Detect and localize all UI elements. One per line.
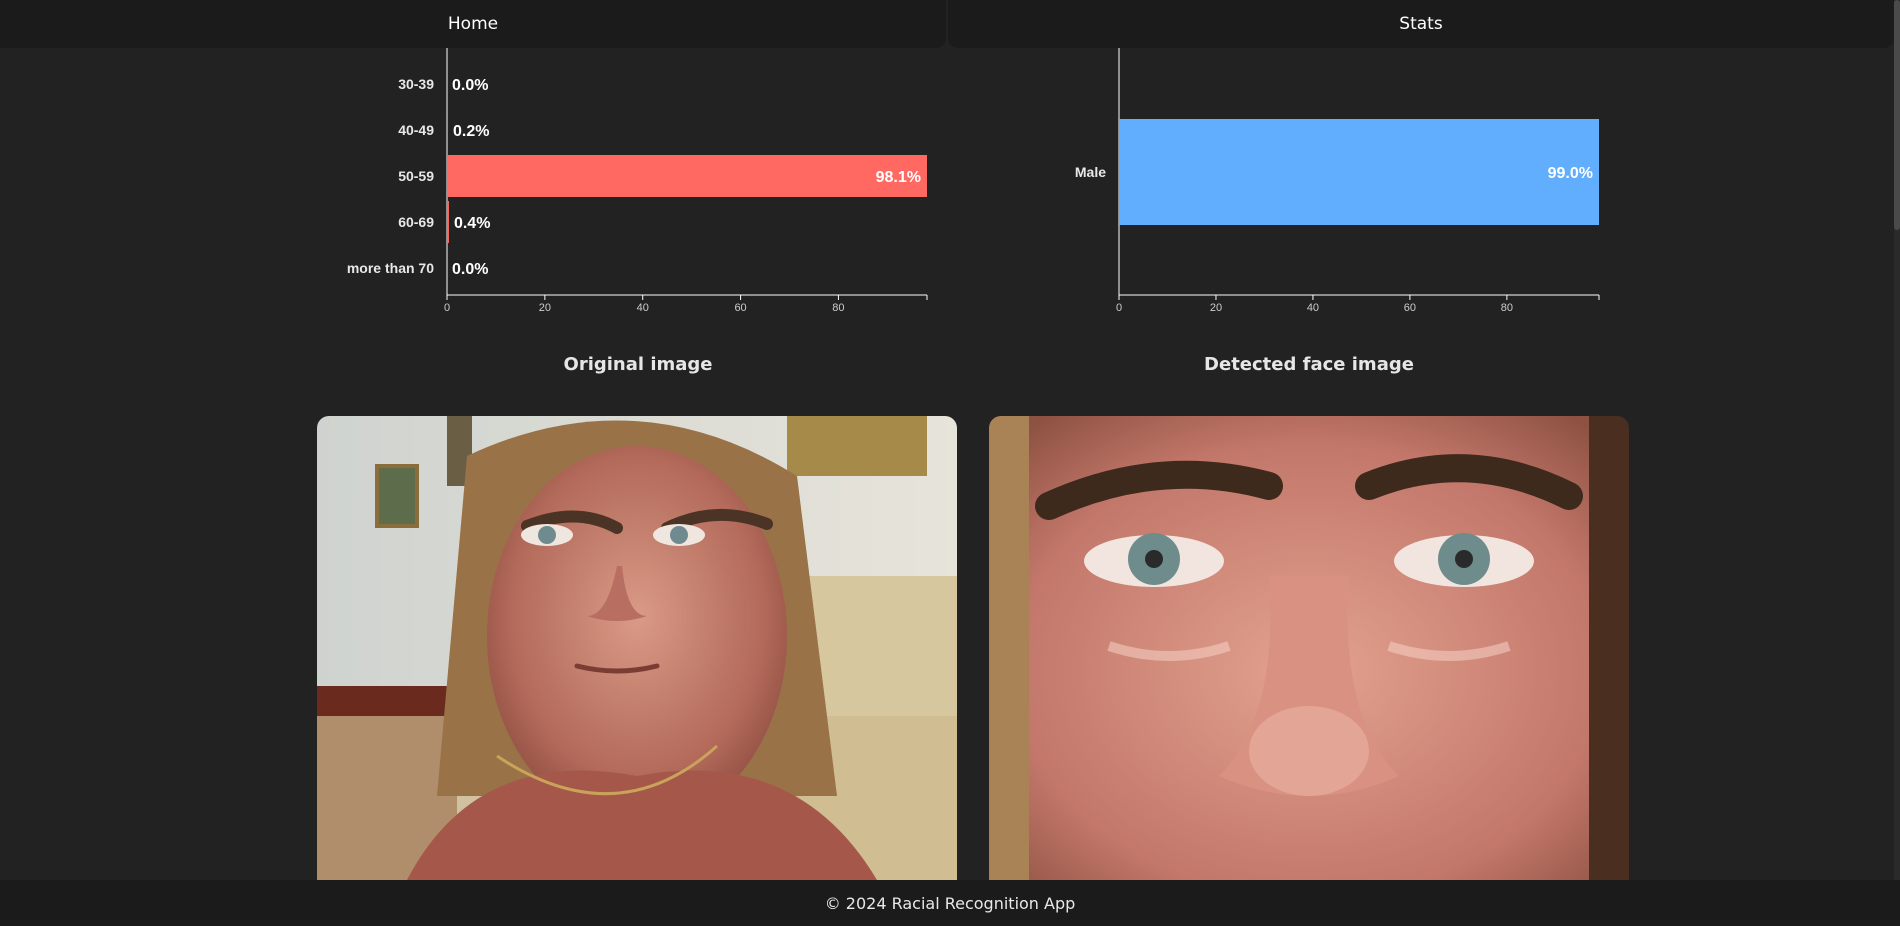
age-x-tick-label: 60 (734, 302, 746, 314)
gender-x-tick-label: 20 (1210, 302, 1222, 314)
footer-copyright: © 2024 Racial Recognition App (824, 893, 1076, 913)
original-image (317, 416, 957, 880)
nav-tab-stats[interactable]: Stats (948, 0, 1894, 48)
age-x-tick-label: 80 (832, 302, 844, 314)
age-bar (447, 201, 449, 243)
age-bar (447, 155, 927, 197)
age-bar (447, 109, 448, 151)
age-x-tick-label: 0 (444, 302, 450, 314)
gender-x-tick-label: 0 (1116, 302, 1122, 314)
age-value-label: 0.4% (454, 215, 490, 232)
age-category-label: 30-39 (398, 76, 434, 92)
gender-x-tick-label: 40 (1307, 302, 1319, 314)
footer: © 2024 Racial Recognition App (0, 880, 1900, 926)
gender-bar (1119, 119, 1599, 225)
age-x-tick-label: 20 (539, 302, 551, 314)
age-category-label: 50-59 (398, 168, 434, 184)
detected-face-image (989, 416, 1629, 880)
detected-face-title: Detected face image (1204, 354, 1414, 375)
gender-x-tick-label: 80 (1501, 302, 1513, 314)
age-value-label: 98.1% (876, 169, 921, 186)
nav-tab-home[interactable]: Home (0, 0, 946, 48)
age-x-tick-label: 40 (637, 302, 649, 314)
stats-charts: 0 20 40 60 80 30-39 0.0% 40-49 0.2% 50-59 98.1% 60-… (347, 48, 1600, 314)
age-value-label: 0.0% (452, 77, 488, 94)
top-navigation: Home Stats (0, 0, 1894, 48)
gender-value-label: 99.0% (1548, 165, 1593, 182)
age-category-label: 40-49 (398, 122, 434, 138)
original-image-title: Original image (563, 354, 713, 375)
age-category-label: more than 70 (347, 260, 434, 276)
gender-category-label: Male (1075, 164, 1106, 180)
age-value-label: 0.2% (453, 123, 489, 140)
age-category-label: 60-69 (398, 214, 434, 230)
age-value-label: 0.0% (452, 261, 488, 278)
gender-x-tick-label: 60 (1404, 302, 1416, 314)
